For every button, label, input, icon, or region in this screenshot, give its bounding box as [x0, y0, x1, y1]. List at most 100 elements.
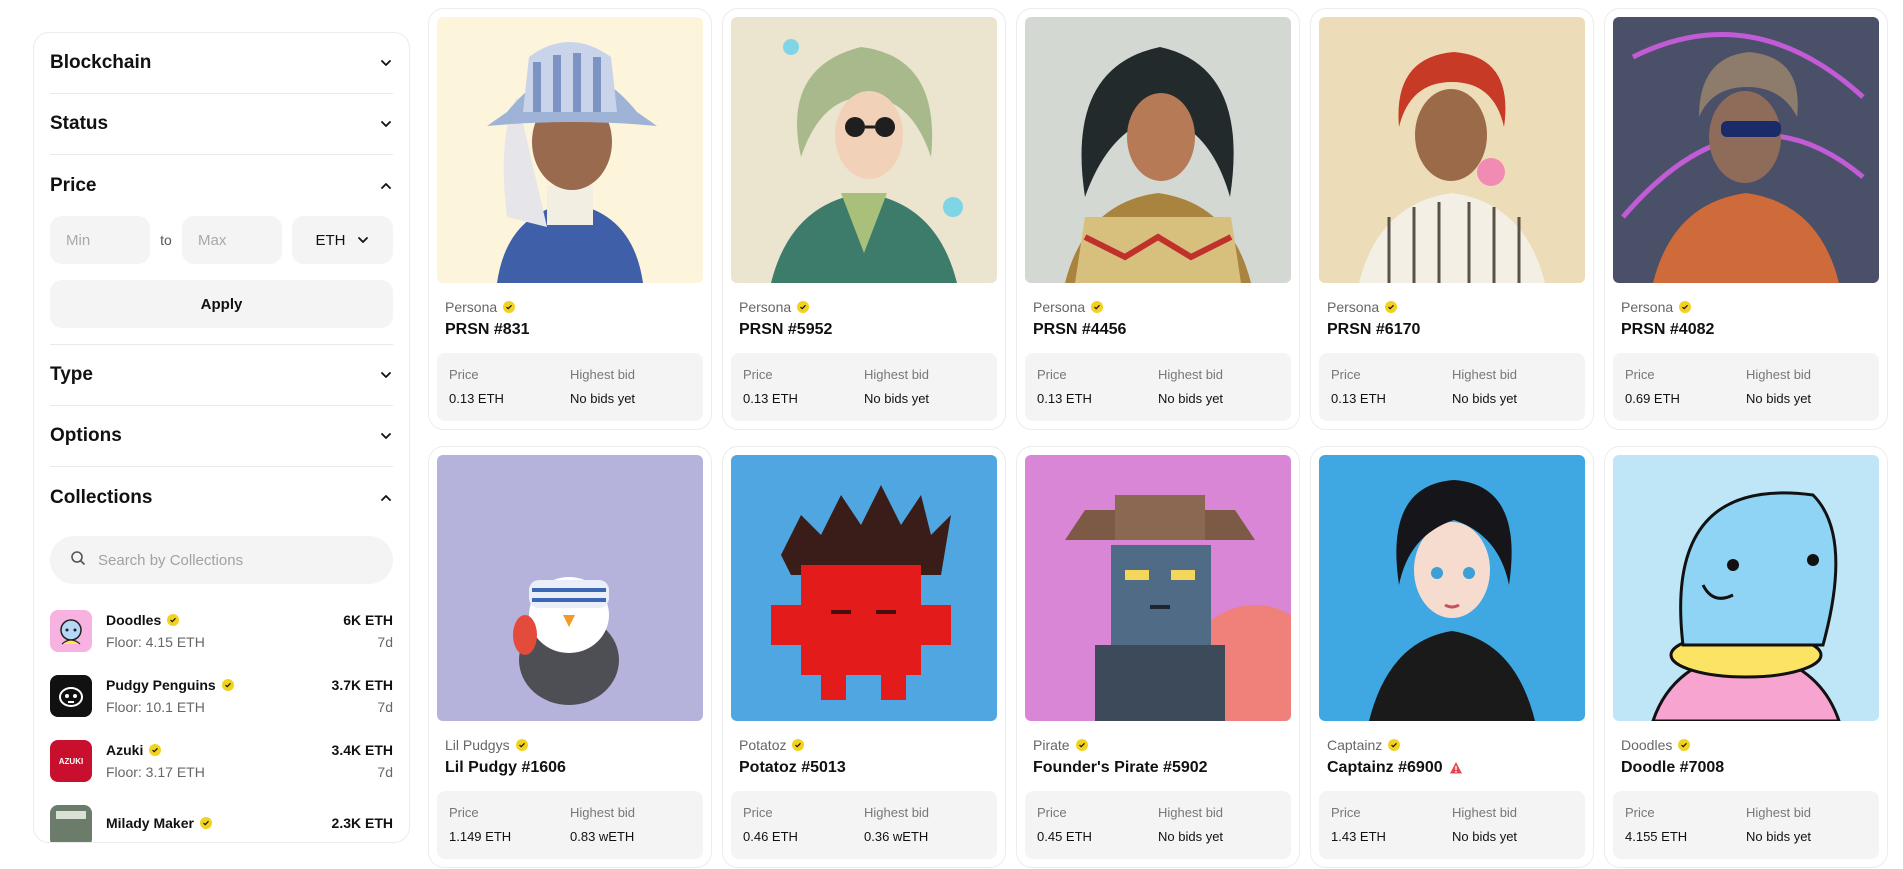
price-value: 0.13 ETH [1331, 391, 1386, 406]
price-min-input[interactable] [50, 216, 150, 264]
nft-image [1025, 17, 1291, 283]
filter-label: Blockchain [50, 52, 152, 73]
search-icon [70, 550, 86, 571]
collection-name: Azuki [106, 741, 144, 758]
price-value: 0.13 ETH [449, 391, 504, 406]
verified-icon [149, 743, 162, 756]
card-collection: Persona [739, 299, 792, 315]
highest-bid-label: Highest bid [570, 805, 636, 820]
highest-bid-label: Highest bid [1452, 367, 1518, 382]
card-collection: Persona [445, 299, 498, 315]
nft-card[interactable]: Persona PRSN #5952 Price 0.13 ETH Highest… [722, 8, 1006, 430]
price-value: 0.46 ETH [743, 829, 798, 844]
currency-value: ETH [315, 231, 346, 249]
nft-image [437, 455, 703, 721]
filter-price[interactable]: Price [50, 155, 393, 216]
chevron-down-icon [379, 117, 393, 131]
nft-card[interactable]: Persona PRSN #6170 Price 0.13 ETH Highest… [1310, 8, 1594, 430]
card-title: Lil Pudgy #1606 [445, 759, 566, 776]
currency-select[interactable]: ETH [292, 216, 393, 264]
collection-floor: Floor: 4.15 ETH [106, 633, 205, 650]
card-title: PRSN #6170 [1327, 321, 1421, 338]
collection-list: Doodles Floor: 4.15 ETH 6K ETH 7d Pudgy … [50, 598, 393, 842]
verified-icon [1091, 301, 1104, 313]
verified-icon [1678, 739, 1691, 751]
filter-label: Type [50, 364, 93, 385]
verified-icon [167, 613, 180, 626]
price-value: 0.13 ETH [743, 391, 798, 406]
nft-card[interactable]: Pirate Founder's Pirate #5902 Price 0.45 … [1016, 446, 1300, 868]
card-title: PRSN #831 [445, 321, 530, 338]
chevron-down-icon [379, 368, 393, 382]
highest-bid-value: No bids yet [570, 391, 636, 406]
chevron-down-icon [379, 56, 393, 70]
collection-item[interactable]: AZUKI Azuki Floor: 3.17 ETH 3.4K ETH 7d [50, 728, 393, 793]
card-stats: Price 0.13 ETH Highest bid No bids yet [731, 353, 997, 421]
verified-icon [1385, 301, 1398, 313]
verified-icon [515, 739, 528, 751]
card-collection: Captainz [1327, 737, 1383, 753]
collection-item[interactable]: Doodles Floor: 4.15 ETH 6K ETH 7d [50, 598, 393, 663]
price-value: 1.43 ETH [1331, 829, 1386, 844]
price-label: Price [449, 367, 479, 382]
price-value: 0.13 ETH [1037, 391, 1092, 406]
nft-card[interactable]: Potatoz Potatoz #5013 Price 0.46 ETH High… [722, 446, 1006, 868]
nft-card[interactable]: Persona PRSN #4082 Price 0.69 ETH Highest… [1604, 8, 1888, 430]
price-label: Price [743, 805, 773, 820]
price-label: Price [1625, 805, 1655, 820]
warning-icon [1449, 761, 1463, 775]
filter-status[interactable]: Status [50, 94, 393, 155]
price-value: 0.69 ETH [1625, 391, 1680, 406]
card-title: PRSN #5952 [739, 321, 833, 338]
nft-image [731, 455, 997, 721]
collection-volume: 6K ETH [343, 611, 393, 628]
collection-item[interactable]: Milady Maker 2.3K ETH [50, 793, 393, 842]
card-title: Potatoz #5013 [739, 759, 846, 776]
verified-icon [199, 816, 212, 829]
nft-card[interactable]: Captainz Captainz #6900 Price 1.43 ETH Hi… [1310, 446, 1594, 868]
nft-grid: Persona PRSN #831 Price 0.13 ETH Highest … [428, 8, 1898, 868]
highest-bid-value: No bids yet [1452, 391, 1518, 406]
filter-label: Status [50, 113, 109, 134]
filter-blockchain[interactable]: Blockchain [50, 33, 393, 94]
card-title: Founder's Pirate #5902 [1033, 759, 1208, 776]
card-stats: Price 0.46 ETH Highest bid 0.36 wETH [731, 791, 997, 859]
nft-card[interactable]: Lil Pudgys Lil Pudgy #1606 Price 1.149 ET… [428, 446, 712, 868]
price-value: 1.149 ETH [449, 829, 512, 844]
highest-bid-label: Highest bid [1452, 805, 1518, 820]
chevron-down-icon [379, 429, 393, 443]
card-stats: Price 1.43 ETH Highest bid No bids yet [1319, 791, 1585, 859]
nft-image [1613, 17, 1879, 283]
highest-bid-value: No bids yet [1158, 829, 1224, 844]
highest-bid-value: 0.83 wETH [570, 829, 635, 844]
filter-collections[interactable]: Collections [50, 467, 393, 528]
collections-filter: Collections Doodles Floor: 4.15 ETH [50, 467, 393, 842]
collection-period: 7d [377, 633, 393, 650]
price-label: Price [1331, 805, 1361, 820]
nft-image [437, 17, 703, 283]
apply-button[interactable]: Apply [50, 280, 393, 328]
verified-icon [797, 301, 810, 313]
filter-sidebar: Blockchain Status Price to ETH Apply [33, 32, 410, 843]
price-filter: Price to ETH Apply [50, 155, 393, 345]
filter-options[interactable]: Options [50, 406, 393, 467]
highest-bid-value: No bids yet [1158, 391, 1224, 406]
nft-card[interactable]: Persona PRSN #831 Price 0.13 ETH Highest … [428, 8, 712, 430]
collection-search-input[interactable] [98, 551, 373, 569]
verified-icon [792, 739, 805, 751]
chevron-down-icon [356, 233, 370, 247]
nft-card[interactable]: Doodles Doodle #7008 Price 4.155 ETH High… [1604, 446, 1888, 868]
collection-item[interactable]: Pudgy Penguins Floor: 10.1 ETH 3.7K ETH … [50, 663, 393, 728]
collection-search[interactable] [50, 536, 393, 584]
price-label: Price [1625, 367, 1655, 382]
filter-type[interactable]: Type [50, 345, 393, 406]
card-collection: Lil Pudgys [445, 737, 510, 753]
doodles-logo [50, 609, 92, 652]
card-title: PRSN #4082 [1621, 321, 1715, 338]
nft-card[interactable]: Persona PRSN #4456 Price 0.13 ETH Highest… [1016, 8, 1300, 430]
highest-bid-value: No bids yet [1746, 829, 1812, 844]
price-max-input[interactable] [182, 216, 282, 264]
collection-name: Milady Maker [106, 814, 194, 831]
card-collection: Persona [1033, 299, 1086, 315]
filter-label: Price [50, 174, 97, 196]
